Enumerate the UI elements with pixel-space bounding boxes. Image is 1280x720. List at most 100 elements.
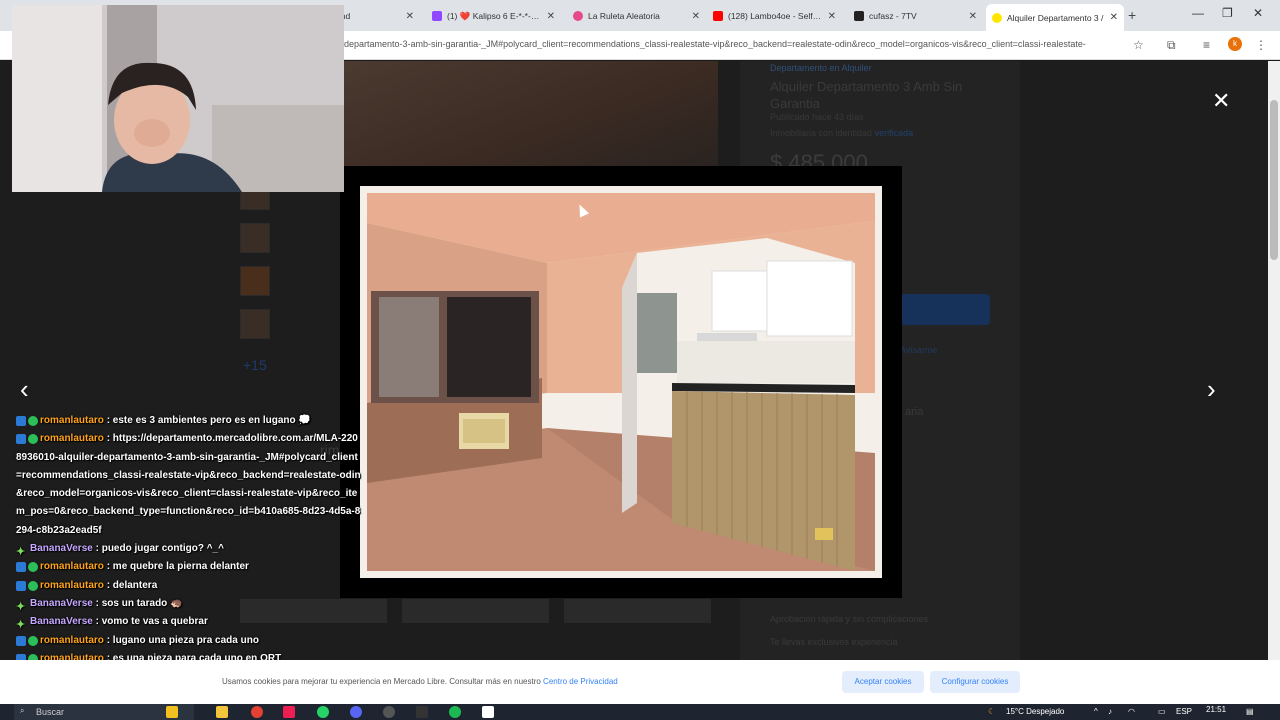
contact-button[interactable] [900, 294, 990, 325]
tab-title: (1) ❤️ Kalipso 6 E-*-*-3-o * [447, 10, 541, 21]
7tv-favicon-icon [854, 11, 864, 21]
chevron-right-icon[interactable]: › [1207, 374, 1216, 405]
main-photo-dimmed [344, 61, 718, 166]
streamer-webcam [12, 5, 344, 192]
tiktok-icon[interactable] [283, 706, 295, 718]
configure-cookies-button[interactable]: Configurar cookies [930, 671, 1020, 693]
tab-close-icon[interactable]: ✕ [692, 11, 700, 22]
chat-text: : vomo te vas a quebrar [95, 616, 208, 628]
youtube-favicon-icon [713, 11, 723, 21]
cookie-text: Usamos cookies para mejorar tu experienc… [222, 677, 618, 686]
moderator-badge-icon [16, 434, 26, 445]
extensions-icon[interactable]: ⧉ [1167, 38, 1176, 53]
twitch-favicon-icon [432, 11, 442, 21]
seller-verified[interactable]: verificada [875, 128, 914, 138]
chat-text: : puedo jugar contigo? ^_^ [95, 543, 224, 555]
verified-badge-icon [28, 635, 38, 646]
whatsapp-icon[interactable] [317, 706, 329, 718]
tab-close-icon[interactable]: ✕ [969, 11, 977, 22]
browser-tab[interactable]: (128) Lambo4oe - Self Em ✕ [707, 5, 842, 27]
restore-icon[interactable]: ❐ [1222, 6, 1233, 20]
seller-line: Inmobiliaria con identidad verificada [770, 128, 913, 138]
accept-cookies-button[interactable]: Aceptar cookies [842, 671, 924, 693]
obs-icon[interactable] [383, 706, 395, 718]
weather-icon: ☾ [988, 707, 996, 716]
similar-card[interactable] [402, 599, 549, 623]
chat-username: BananaVerse [30, 616, 93, 628]
listing-text: aria [905, 406, 924, 418]
chat-text: : lugano una pieza pra cada uno [106, 634, 259, 646]
chat-text: : me quebre la pierna delanter [106, 561, 249, 573]
tab-title: (128) Lambo4oe - Self Em [728, 11, 822, 21]
chat-message: romanlautaro : me quebre la pierna delan… [16, 558, 361, 576]
chat-username: romanlautaro [40, 579, 104, 591]
spotify-icon[interactable] [449, 706, 461, 718]
seller-prefix: Inmobiliaria con identidad [770, 128, 873, 138]
menu-icon[interactable]: ⋮ [1255, 38, 1267, 52]
moderator-badge-icon [16, 635, 26, 646]
chat-text: : este es 3 ambientes pero es en lugano … [106, 415, 311, 426]
new-tab-icon[interactable]: + [1128, 7, 1136, 23]
bookmark-star-icon[interactable]: ☆ [1133, 38, 1144, 52]
notify-link[interactable]: Avisarme [900, 345, 937, 355]
search-icon: ⌕ [20, 706, 25, 715]
chrome-icon[interactable] [251, 706, 263, 718]
thumbnail[interactable] [240, 266, 270, 296]
listing-type: Departamento en Alquiler [770, 63, 872, 73]
widgets-icon[interactable] [166, 706, 178, 718]
capcut-icon[interactable] [416, 706, 428, 718]
clock[interactable]: 21:51 [1206, 705, 1226, 714]
stream-chat: romanlautaro : este es 3 ambientes pero … [16, 412, 361, 668]
similar-card[interactable] [564, 599, 711, 623]
chat-username: romanlautaro [40, 561, 104, 573]
notepad-icon[interactable] [482, 706, 494, 718]
chat-username: BananaVerse [30, 597, 93, 609]
chat-username: romanlautaro [40, 634, 104, 646]
room-illustration [367, 193, 875, 571]
chat-message: ✦ BananaVerse : vomo te vas a quebrar [16, 613, 361, 631]
thumbnail[interactable] [240, 223, 270, 253]
window-close-icon[interactable]: ✕ [1253, 6, 1263, 20]
url-field[interactable]: departamento-3-amb-sin-garantia-_JM#poly… [344, 39, 1124, 49]
chat-username: BananaVerse [30, 543, 93, 555]
tab-title: La Ruleta Aleatoria [588, 11, 660, 21]
weather-text[interactable]: 15°C Despejado [1006, 707, 1064, 716]
speaker-icon[interactable]: ♪ [1108, 707, 1112, 716]
notifications-icon[interactable]: ▤ [1246, 707, 1254, 716]
privacy-center-link[interactable]: Centro de Privacidad [543, 677, 618, 686]
minimize-icon[interactable]: — [1192, 6, 1204, 20]
language-indicator[interactable]: ESP [1176, 707, 1192, 716]
more-photos-count[interactable]: +15 [243, 357, 267, 373]
close-icon[interactable]: ✕ [1212, 88, 1230, 114]
file-explorer-icon[interactable] [216, 706, 228, 718]
browser-tab[interactable]: cufasz - 7TV ✕ [848, 5, 983, 27]
browser-tab-active[interactable]: Alquiler Departamento 3 / ✕ [986, 4, 1124, 31]
chat-message: ✦ BananaVerse : puedo jugar contigo? ^_^ [16, 540, 361, 558]
reading-list-icon[interactable]: ≡ [1203, 38, 1210, 52]
tab-title: und [336, 11, 400, 21]
verified-badge-icon [28, 562, 38, 573]
moderator-badge-icon [16, 580, 26, 591]
scrollbar-thumb[interactable] [1270, 100, 1278, 260]
tab-close-icon[interactable]: ✕ [547, 11, 555, 22]
chat-username: romanlautaro [40, 415, 104, 426]
profile-avatar[interactable]: k [1228, 37, 1242, 51]
tab-title: cufasz - 7TV [869, 11, 917, 21]
browser-tab[interactable]: (1) ❤️ Kalipso 6 E-*-*-3-o * ✕ [426, 5, 561, 27]
discord-icon[interactable] [350, 706, 362, 718]
tray-icon[interactable]: ▭ [1158, 707, 1166, 716]
tab-close-icon[interactable]: ✕ [1110, 12, 1118, 23]
chevron-left-icon[interactable]: ‹ [20, 374, 29, 405]
network-icon[interactable]: ◠ [1128, 707, 1135, 716]
tray-arrow-icon[interactable]: ^ [1094, 707, 1098, 716]
tab-close-icon[interactable]: ✕ [828, 11, 836, 22]
browser-tab[interactable]: La Ruleta Aleatoria ✕ [567, 5, 706, 27]
listing-title: Alquiler Departamento 3 Amb Sin Garantia [770, 79, 963, 111]
thumbnail[interactable] [240, 309, 270, 339]
thumbnail-strip [240, 180, 274, 352]
published-date: Publicado hace 43 días [770, 112, 864, 122]
tab-close-icon[interactable]: ✕ [406, 11, 414, 22]
chat-username: romanlautaro [40, 433, 104, 445]
verified-badge-icon [28, 434, 38, 445]
apartment-photo [367, 193, 875, 571]
